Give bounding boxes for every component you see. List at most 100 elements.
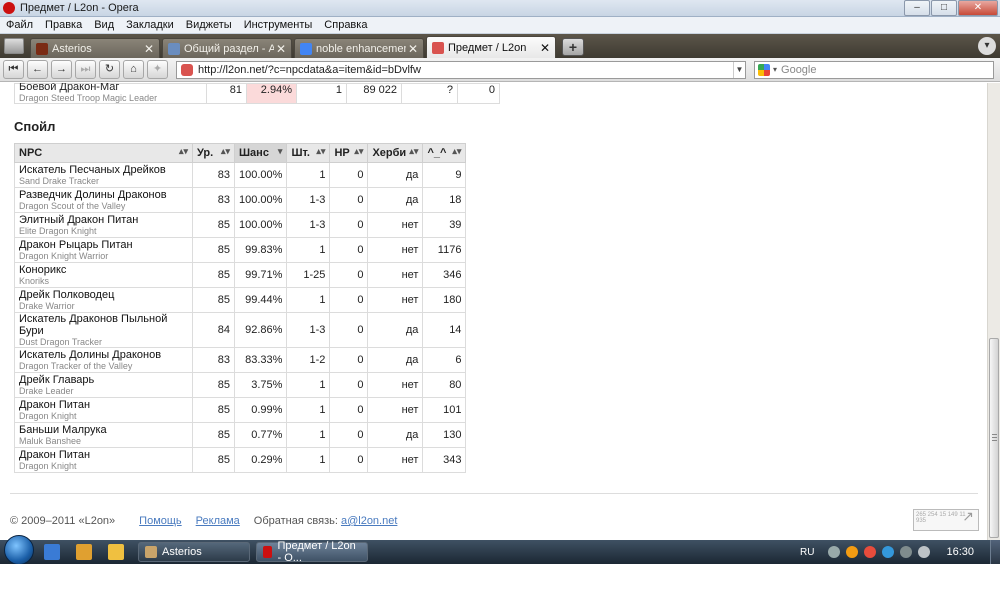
npc-name-link[interactable]: Конорикс	[19, 264, 188, 276]
count-cell: 1	[286, 287, 331, 313]
tray-volume-icon[interactable]	[918, 546, 931, 558]
feedback-email-link[interactable]: a@l2on.net	[341, 515, 397, 527]
npc-cell: Дракон Питан Dragon Knight	[14, 397, 193, 423]
npc-name-link[interactable]: Элитный Дракон Питан	[19, 214, 188, 226]
column-count[interactable]: Шт. ▴▾	[286, 143, 331, 163]
npc-name-link[interactable]: Баньши Малрука	[19, 424, 188, 436]
close-button[interactable]: ✕	[958, 0, 998, 16]
clock[interactable]: 16:30	[946, 546, 974, 558]
opera-logo-icon	[3, 2, 15, 14]
url-text[interactable]: http://l2on.net/?c=npcdata&a=item&id=bDv…	[198, 64, 421, 76]
column-herbs[interactable]: Херби ▴▾	[367, 143, 424, 163]
reload-button[interactable]: ↻	[99, 60, 120, 79]
column-label: NPC	[19, 147, 43, 159]
menu-file[interactable]: Файл	[0, 19, 39, 31]
menu-edit[interactable]: Правка	[39, 19, 88, 31]
rewind-button[interactable]: ⏮	[3, 60, 24, 79]
npc-name-en: Elite Dragon Knight	[19, 226, 97, 236]
extra-cell: 6	[422, 347, 467, 373]
npc-name-link[interactable]: Дракон Рыцарь Питан	[19, 239, 188, 251]
count-cell: 1-3	[286, 212, 331, 238]
task-opera[interactable]: Предмет / L2on - O...	[256, 540, 368, 564]
home-button[interactable]: ⌂	[123, 60, 144, 79]
tray-network-icon[interactable]	[900, 546, 913, 558]
help-link[interactable]: Помощь	[139, 515, 182, 527]
tab-close-icon[interactable]: ✕	[142, 42, 156, 56]
column-npc[interactable]: NPC ▴▾	[14, 143, 193, 163]
menu-view[interactable]: Вид	[88, 19, 120, 31]
task-asterios[interactable]: Asterios	[138, 542, 250, 562]
fast-forward-button[interactable]: ⏭	[75, 60, 96, 79]
tab-close-icon[interactable]: ✕	[406, 42, 420, 56]
column-label: Херби	[372, 147, 407, 159]
extra-cell: 80	[422, 372, 467, 398]
vertical-scrollbar[interactable]	[987, 83, 1000, 540]
ads-link[interactable]: Реклама	[196, 515, 240, 527]
npc-name-en: Dragon Scout of the Valley	[19, 201, 126, 211]
menu-bookmarks[interactable]: Закладки	[120, 19, 180, 31]
new-tab-button[interactable]: +	[562, 38, 584, 56]
search-engine-dropdown-icon[interactable]: ▾	[773, 65, 777, 74]
column-hp[interactable]: HP ▴▾	[329, 143, 369, 163]
menu-widgets[interactable]: Виджеты	[180, 19, 238, 31]
npc-name-link[interactable]: Дрейк Полководец	[19, 289, 188, 301]
address-bar[interactable]: http://l2on.net/?c=npcdata&a=item&id=bDv…	[176, 60, 746, 79]
table-row: Разведчик Долины Драконов Dragon Scout of…	[14, 187, 467, 213]
column-chance[interactable]: Шанс ▾	[233, 143, 288, 163]
tab-close-icon[interactable]: ✕	[538, 41, 552, 55]
tray-shield-icon[interactable]	[864, 546, 877, 558]
tab-menu-icon[interactable]: ▾	[978, 37, 996, 55]
search-placeholder[interactable]: Google	[781, 64, 816, 76]
scrollbar-thumb[interactable]	[989, 338, 999, 538]
page-content: Боевой Дракон-Маг Dragon Steed Troop Mag…	[0, 83, 987, 540]
tray-app-icon[interactable]	[846, 546, 859, 558]
tray-bluetooth-icon[interactable]	[882, 546, 895, 558]
npc-name-link[interactable]: Разведчик Долины Драконов	[19, 189, 188, 201]
window-controls: – □ ✕	[903, 0, 998, 16]
column-extra[interactable]: ^_^ ▴▾	[422, 143, 467, 163]
npc-name-link[interactable]: Дракон Питан	[19, 399, 188, 411]
panel-toggle-icon[interactable]	[4, 38, 24, 54]
npc-name-link[interactable]: Искатель Долины Драконов	[19, 349, 188, 361]
show-desktop-button[interactable]	[990, 540, 1000, 564]
address-dropdown-icon[interactable]: ▼	[733, 61, 745, 78]
wand-button[interactable]: ✦	[147, 60, 168, 79]
favicon-icon	[432, 41, 444, 54]
column-level[interactable]: Ур. ▴▾	[192, 143, 235, 163]
menu-help[interactable]: Справка	[318, 19, 373, 31]
forward-button[interactable]: →	[51, 60, 72, 79]
minimize-button[interactable]: –	[904, 0, 930, 16]
npc-name-link[interactable]: Искатель Драконов Пыльной Бури	[19, 313, 188, 337]
tab-l2on-item[interactable]: Предмет / L2on ✕	[426, 36, 556, 58]
tray-arrow-icon[interactable]	[828, 546, 841, 558]
search-field[interactable]: ▾ Google	[754, 60, 994, 79]
show-desktop-icon[interactable]	[44, 544, 60, 560]
quicklaunch-app-icon[interactable]	[76, 544, 92, 560]
media-player-icon[interactable]	[108, 544, 124, 560]
tab-google-search[interactable]: noble enhancement st... ✕	[294, 38, 424, 58]
maximize-button[interactable]: □	[931, 0, 957, 16]
npc-name-link[interactable]: Дракон Питан	[19, 449, 188, 461]
menu-tools[interactable]: Инструменты	[238, 19, 319, 31]
npc-name-en: Drake Warrior	[19, 301, 75, 311]
visitor-counter[interactable]: 265 254 15 149 11 935 ↗	[913, 509, 979, 531]
feedback: Обратная связь: a@l2on.net	[254, 515, 398, 527]
language-indicator[interactable]: RU	[800, 547, 814, 558]
favicon-icon	[300, 42, 312, 55]
npc-name[interactable]: Боевой Дракон-Маг	[19, 83, 202, 93]
tab-close-icon[interactable]: ✕	[274, 42, 288, 56]
herbs-cell: нет	[367, 212, 424, 238]
npc-name-link[interactable]: Искатель Песчаных Дрейков	[19, 164, 188, 176]
system-tray: RU 16:30	[800, 540, 1000, 564]
count-cell: 1-25	[286, 262, 331, 288]
level-cell: 85	[192, 372, 235, 398]
column-label: Шанс	[239, 147, 269, 159]
start-button[interactable]	[4, 535, 34, 565]
google-icon[interactable]	[758, 63, 770, 76]
tab-forum[interactable]: Общий раздел - Asteri... ✕	[162, 38, 292, 58]
npc-name-link[interactable]: Дрейк Главарь	[19, 374, 188, 386]
back-button[interactable]: ←	[27, 60, 48, 79]
tab-asterios[interactable]: Asterios ✕	[30, 38, 160, 58]
sort-icon: ▴▾	[316, 146, 326, 156]
tab-label: Asterios	[52, 42, 92, 55]
